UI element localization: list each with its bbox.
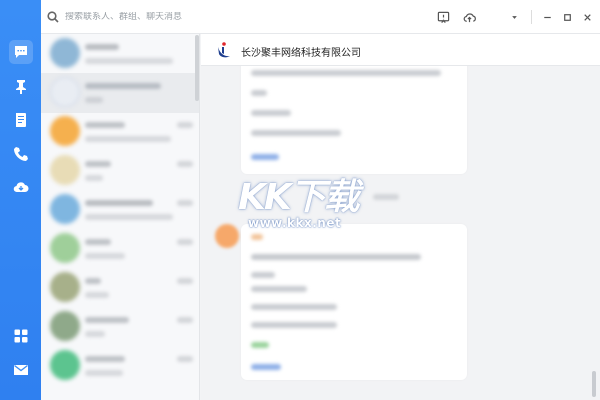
notebook-icon[interactable]	[9, 108, 33, 132]
apps-grid-icon[interactable]	[9, 324, 33, 348]
feedback-icon[interactable]	[435, 9, 451, 25]
phone-icon[interactable]	[9, 142, 33, 166]
list-scrollbar[interactable]	[195, 35, 199, 101]
close-icon[interactable]	[579, 9, 595, 25]
timestamp	[373, 194, 399, 200]
cloud-icon[interactable]	[9, 175, 33, 199]
pin-icon[interactable]	[9, 74, 33, 98]
avatar	[50, 272, 80, 302]
company-logo-icon	[215, 41, 233, 59]
dropdown-arrow-icon[interactable]	[506, 9, 522, 25]
left-nav-rail	[0, 0, 41, 400]
search-input[interactable]	[65, 12, 215, 22]
list-item[interactable]	[41, 34, 199, 74]
list-item[interactable]	[41, 268, 199, 308]
divider	[531, 10, 532, 24]
cloud-upload-icon[interactable]	[461, 9, 477, 25]
list-item[interactable]	[41, 151, 199, 191]
list-item[interactable]	[41, 73, 199, 113]
message-area	[201, 66, 600, 400]
avatar	[50, 311, 80, 341]
message-icon[interactable]	[9, 40, 33, 64]
search-box[interactable]	[47, 8, 217, 26]
list-item[interactable]	[41, 307, 199, 347]
list-item[interactable]	[41, 229, 199, 269]
maximize-icon[interactable]	[559, 9, 575, 25]
avatar	[50, 116, 80, 146]
top-bar	[41, 0, 600, 34]
watermark-logo: KK下载	[238, 177, 360, 218]
mail-icon[interactable]	[9, 358, 33, 382]
minimize-icon[interactable]	[539, 9, 555, 25]
avatar	[50, 194, 80, 224]
chat-header: 长沙聚丰网络科技有限公司	[201, 34, 600, 66]
chat-title: 长沙聚丰网络科技有限公司	[241, 48, 361, 59]
avatar	[215, 224, 239, 248]
watermark-url: www.kkx.net	[248, 216, 342, 230]
chat-scrollbar[interactable]	[592, 371, 596, 397]
search-icon	[47, 8, 59, 27]
avatar	[50, 350, 80, 380]
list-item[interactable]	[41, 346, 199, 386]
list-item[interactable]	[41, 112, 199, 152]
avatar	[50, 38, 80, 68]
list-item[interactable]	[41, 190, 199, 230]
avatar	[50, 77, 80, 107]
message-bubble	[241, 224, 467, 380]
avatar	[50, 155, 80, 185]
message-bubble	[241, 66, 467, 174]
conversation-list	[41, 34, 200, 400]
avatar	[50, 233, 80, 263]
